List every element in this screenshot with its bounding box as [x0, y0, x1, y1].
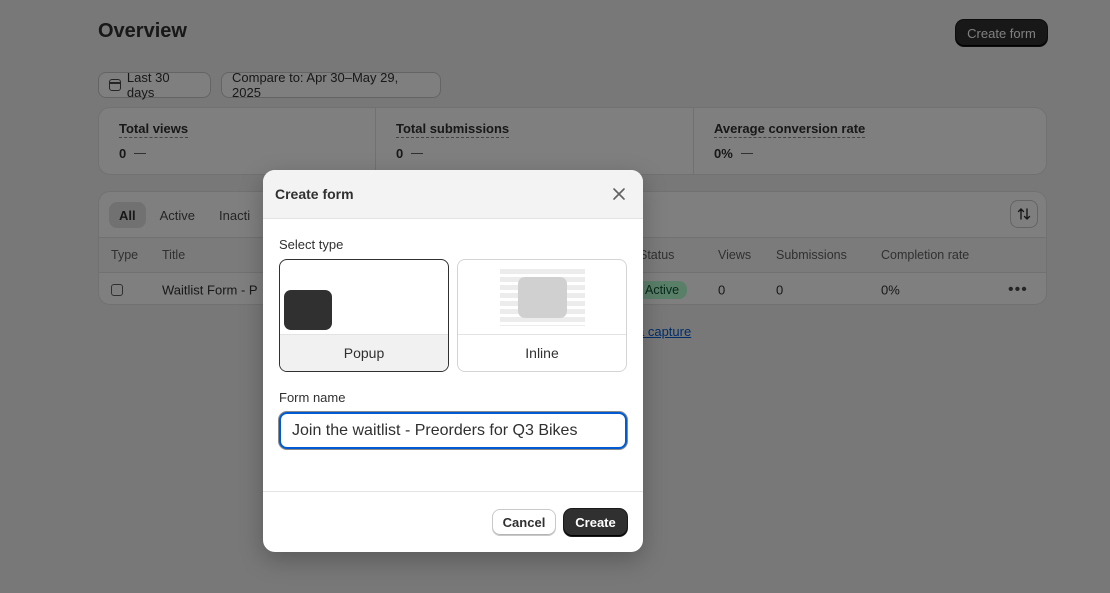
type-option-label: Popup	[280, 334, 448, 371]
modal-header: Create form	[263, 170, 643, 219]
inline-preview-icon	[500, 269, 585, 326]
type-option-popup[interactable]: Popup	[279, 259, 449, 372]
create-button[interactable]: Create	[564, 509, 627, 536]
popup-preview-icon	[284, 290, 332, 330]
popup-preview	[280, 260, 448, 335]
form-name-label: Form name	[279, 390, 346, 405]
inline-preview	[458, 260, 626, 335]
inline-preview-block	[518, 277, 567, 318]
select-type-label: Select type	[279, 237, 344, 252]
type-option-inline[interactable]: Inline	[457, 259, 627, 372]
close-button[interactable]	[607, 182, 631, 206]
cancel-button[interactable]: Cancel	[492, 509, 556, 536]
form-name-input[interactable]	[279, 412, 627, 449]
create-form-modal: Create form Select type Popup Inline For…	[263, 170, 643, 552]
close-icon	[613, 188, 625, 200]
modal-title: Create form	[275, 186, 354, 202]
type-option-label: Inline	[458, 334, 626, 371]
modal-footer: Cancel Create	[263, 491, 643, 552]
